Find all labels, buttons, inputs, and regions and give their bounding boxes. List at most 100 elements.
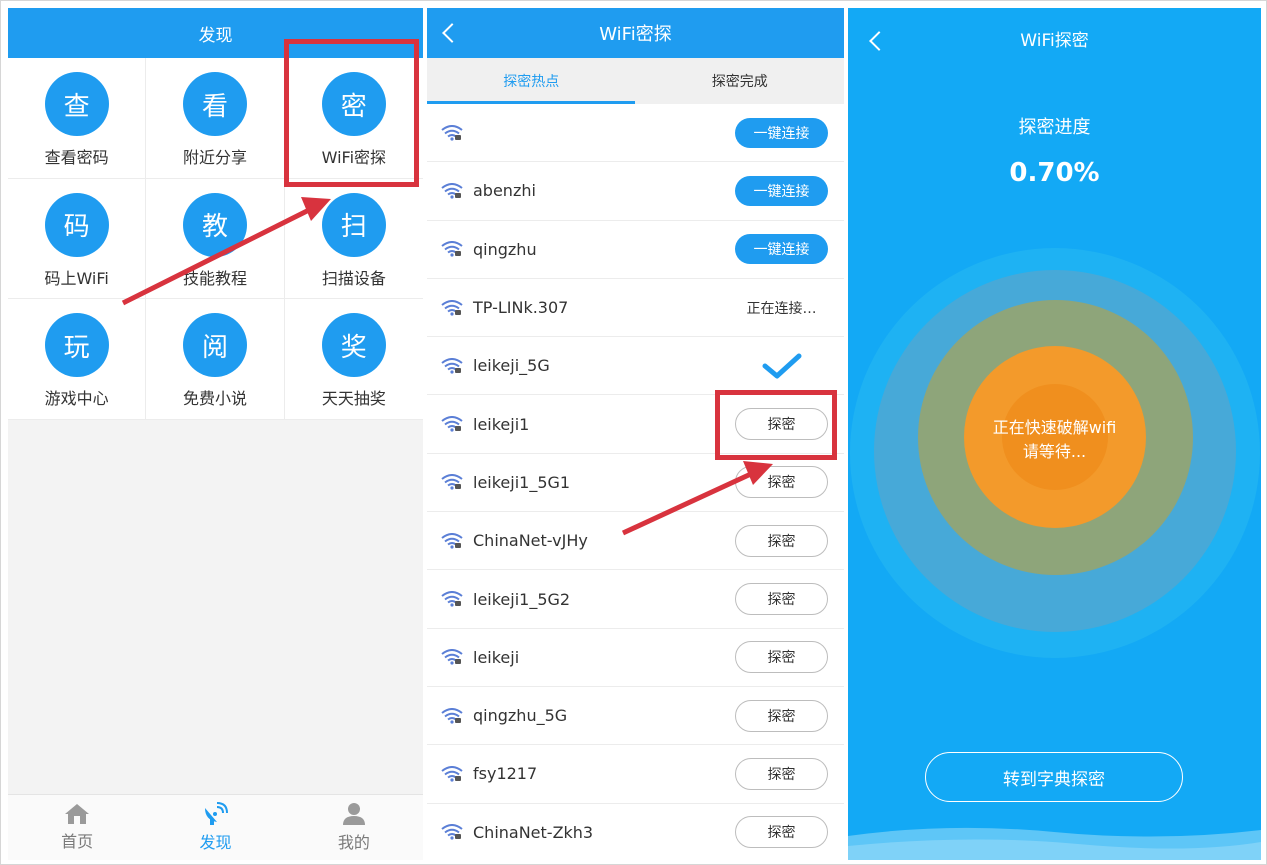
wifi-ssid: leikeji1_5G2	[473, 589, 571, 609]
wifi-row[interactable]: ChinaNet-vJHy 探密	[427, 512, 844, 571]
feature-label: 免费小说	[182, 389, 247, 409]
wifi-row[interactable]: qingzhu_5G 探密	[427, 687, 844, 746]
probe-button[interactable]: 探密	[735, 816, 828, 849]
probe-button[interactable]: 探密	[735, 524, 828, 557]
feature-icon: 扫	[321, 192, 386, 257]
wifi-signal-icon	[441, 765, 463, 782]
wifi-signal-icon	[441, 241, 463, 257]
wifi-list: 一键连接 abenzhi 一键连接 qingzhu 一键连接 TP-LINk.3…	[427, 104, 844, 860]
feature-icon: 奖	[321, 313, 386, 378]
feature-label: 附近分享	[182, 148, 247, 167]
wifi-row[interactable]: ChinaNet-Zkh3 探密	[427, 804, 844, 860]
cracking-status-line2: 请等待...	[1022, 442, 1087, 461]
feature-daily-lottery[interactable]: 奖 天天抽奖	[284, 299, 423, 420]
wifi-ssid: leikeji_5G	[473, 356, 550, 376]
wifi-signal-icon	[441, 591, 463, 607]
feature-label: 查看密码	[44, 148, 109, 167]
wifi-signal-icon	[441, 474, 463, 491]
wifi-row[interactable]: 一键连接	[427, 104, 844, 163]
tab-probe-finished[interactable]: 探密完成	[636, 58, 845, 104]
radar-icon	[205, 802, 229, 825]
dictionary-probe-button[interactable]: 转到字典探密	[925, 752, 1183, 802]
nav-home[interactable]: 首页	[8, 795, 146, 860]
probe-button[interactable]: 探密	[735, 757, 828, 790]
back-arrow-icon[interactable]	[442, 23, 462, 43]
wifi-row[interactable]: leikeji1_5G1 探密	[427, 454, 844, 513]
nav-discover-label: 发现	[199, 833, 232, 852]
highlight-box-wifi-probe	[284, 39, 419, 187]
wifi-ssid: fsy1217	[473, 764, 538, 784]
wifi-row[interactable]: leikeji1_5G2 探密	[427, 570, 844, 629]
feature-icon: 码	[44, 192, 109, 257]
cracking-status-line1: 正在快速破解wifi	[992, 418, 1117, 437]
feature-scan-devices[interactable]: 扫 扫描设备	[284, 179, 423, 300]
wifi-signal-icon	[441, 707, 463, 724]
wifi-signal-icon	[441, 649, 463, 665]
nav-profile-label: 我的	[337, 833, 370, 852]
wifi-ssid: ChinaNet-vJHy	[473, 531, 588, 551]
feature-icon: 查	[44, 72, 109, 136]
feature-icon: 阅	[182, 313, 247, 378]
feature-nearby-share[interactable]: 看 附近分享	[146, 58, 285, 179]
feature-icon: 教	[182, 192, 247, 257]
wifi-row[interactable]: qingzhu 一键连接	[427, 221, 844, 279]
feature-game-center[interactable]: 玩 游戏中心	[8, 299, 147, 420]
wifi-ssid: leikeji1_5G1	[473, 472, 571, 492]
probe-tabs: 探密热点 探密完成	[427, 58, 844, 104]
wifi-row[interactable]: leikeji 探密	[427, 629, 844, 687]
home-icon	[65, 804, 90, 824]
progress-screen-title: WiFi探密	[1020, 31, 1089, 51]
wifi-row[interactable]: leikeji_5G	[427, 337, 844, 396]
probe-button[interactable]: 探密	[735, 699, 828, 732]
wifi-ssid: ChinaNet-Zkh3	[473, 822, 594, 842]
connected-check-icon	[735, 353, 828, 379]
probe-button[interactable]: 探密	[735, 583, 828, 616]
wifi-signal-icon	[441, 182, 463, 199]
nav-home-label: 首页	[61, 832, 94, 851]
nav-profile[interactable]: 我的	[285, 795, 423, 860]
progress-value: 0.70%	[1009, 158, 1100, 188]
cracking-status: 正在快速破解wifi 请等待...	[848, 416, 1261, 464]
feature-label: 码上WiFi	[44, 268, 109, 288]
highlight-box-probe-button	[715, 390, 837, 460]
feature-tutorials[interactable]: 教 技能教程	[146, 178, 285, 300]
wifi-ssid: qingzhu_5G	[473, 706, 568, 726]
tab-probe-hotspots[interactable]: 探密热点	[427, 58, 636, 104]
wifi-ssid: qingzhu	[473, 239, 537, 259]
wifi-signal-icon	[441, 299, 463, 316]
one-click-connect-button[interactable]: 一键连接	[735, 117, 828, 148]
bottom-wave-decoration	[848, 827, 1261, 860]
wifi-signal-icon	[441, 416, 463, 432]
probe-progress-screen: WiFi探密 探密进度 0.70% 正在快速破解wifi 请等待... 转到字典…	[848, 8, 1261, 860]
feature-label: 扫描设备	[321, 268, 386, 288]
feature-label: 天天抽奖	[321, 389, 386, 409]
wifi-signal-icon	[441, 124, 463, 141]
progress-label: 探密进度	[1018, 117, 1091, 138]
wifi-row[interactable]: fsy1217 探密	[427, 745, 844, 804]
feature-free-novels[interactable]: 阅 免费小说	[146, 299, 285, 420]
wifi-ssid: TP-LINk.307	[473, 298, 569, 318]
wifi-ssid: abenzhi	[473, 181, 536, 201]
one-click-connect-button[interactable]: 一键连接	[735, 175, 828, 206]
feature-view-password[interactable]: 查 查看密码	[8, 58, 147, 179]
wifi-probe-title: WiFi密探	[599, 24, 672, 45]
wifi-probe-header: WiFi密探	[427, 8, 844, 58]
bottom-nav: 首页 发现 我的	[8, 794, 423, 860]
probe-button[interactable]: 探密	[735, 641, 828, 674]
wifi-ssid: leikeji	[473, 647, 520, 667]
feature-code-wifi[interactable]: 码 码上WiFi	[8, 178, 147, 300]
user-icon	[342, 803, 365, 825]
screenshot-canvas: 发现 查 查看密码 看 附近分享 密 WiFi密探 码 码上WiFi 教 技能教…	[0, 0, 1267, 865]
feature-icon: 玩	[44, 313, 109, 378]
feature-label: 技能教程	[182, 268, 247, 288]
wifi-row[interactable]: abenzhi 一键连接	[427, 162, 844, 221]
one-click-connect-button[interactable]: 一键连接	[735, 234, 828, 265]
connecting-status: 正在连接…	[746, 300, 817, 317]
wifi-signal-icon	[441, 532, 463, 549]
wifi-signal-icon	[441, 824, 463, 840]
nav-discover[interactable]: 发现	[146, 795, 284, 860]
wifi-row[interactable]: TP-LINk.307 正在连接…	[427, 279, 844, 338]
probe-button[interactable]: 探密	[735, 466, 828, 499]
wifi-ssid: leikeji1	[473, 414, 530, 434]
feature-label: 游戏中心	[44, 389, 109, 409]
